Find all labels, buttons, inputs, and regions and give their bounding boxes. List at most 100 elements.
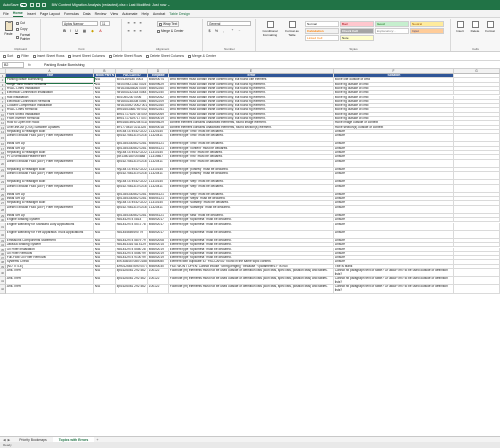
italic-button[interactable]: I: [68, 29, 73, 34]
table-cell[interactable]: Unsure: [334, 172, 454, 181]
table-cell[interactable]: Cannot fix paragraph text or table? Or a…: [334, 269, 454, 278]
table-cell[interactable]: N/A: [94, 230, 116, 239]
table-cell[interactable]: N/A: [94, 184, 116, 193]
table-cell[interactable]: zpl1626081 292 462: [116, 269, 148, 278]
menu-tab-view[interactable]: View: [110, 12, 118, 16]
table-cell[interactable]: Diesel Exhaust Fluid (DEF) Filter Replac…: [6, 205, 94, 214]
menu-tab-automate[interactable]: Automate: [122, 12, 137, 16]
table-cell[interactable]: [454, 134, 500, 143]
menu-tab-table-design[interactable]: Table Design: [169, 12, 190, 16]
menu-tab-data[interactable]: Data: [83, 12, 91, 16]
table-cell[interactable]: [454, 277, 500, 286]
table-cell[interactable]: N/A: [94, 172, 116, 181]
sort-button[interactable]: Sort: [3, 54, 13, 58]
merge-center-button[interactable]: Merge & Center: [188, 54, 216, 58]
paste-button[interactable]: Paste: [3, 21, 14, 41]
style-input[interactable]: Input: [410, 28, 444, 34]
undo-icon[interactable]: [35, 3, 40, 7]
table-cell[interactable]: L1320411: [148, 172, 169, 181]
table-cell[interactable]: Footnote (fn) elements must not be used …: [169, 269, 334, 278]
table-cell[interactable]: N/A: [94, 277, 116, 286]
fill-color-icon[interactable]: ◆: [90, 29, 95, 34]
menu-tab-page-layout[interactable]: Page Layout: [40, 12, 60, 16]
table-cell[interactable]: N/A: [94, 205, 116, 214]
delete-sheet-columns-button[interactable]: Delete Sheet Columns: [146, 54, 184, 58]
increase-decimal-icon[interactable]: ⁺: [230, 29, 235, 34]
table-cell[interactable]: N/A: [94, 222, 116, 231]
table-cell[interactable]: L00122: [148, 269, 169, 278]
format-painter-button[interactable]: Format Painter: [16, 33, 40, 41]
decrease-decimal-icon[interactable]: ⁻: [237, 29, 242, 34]
align-middle-icon[interactable]: ≡: [132, 21, 137, 26]
table-cell[interactable]: Element type "step" must be declared.: [169, 184, 334, 193]
align-center-icon[interactable]: ≡: [132, 29, 137, 34]
table-cell[interactable]: Engine Warranty for Fire Apparatus Truck…: [6, 230, 94, 239]
table-cell[interactable]: L00122: [148, 285, 169, 294]
style-neutral[interactable]: Neutral: [410, 21, 444, 27]
format-as-table-button[interactable]: Format as Table: [282, 21, 302, 37]
table-cell[interactable]: Cannot fix paragraph text or table? Or a…: [334, 277, 454, 286]
autosave-toggle[interactable]: AutoSave: [3, 3, 27, 7]
merge-center-button[interactable]: Merge & Center: [157, 29, 184, 33]
table-cell[interactable]: L00122: [148, 277, 169, 286]
prev-sheet-icon[interactable]: ◀: [3, 438, 6, 442]
table-cell[interactable]: [454, 205, 500, 214]
table-cell[interactable]: Footnote (fn) elements must not be used …: [169, 277, 334, 286]
document-title[interactable]: BW Content Migration Analysis (redacted)…: [52, 3, 171, 7]
filter-button[interactable]: Filter: [17, 54, 29, 58]
style-check-cell[interactable]: Check Cell: [340, 28, 374, 34]
formula-input[interactable]: Parking Brake Burnishing: [44, 63, 85, 67]
name-box[interactable]: B2: [2, 61, 24, 68]
table-cell[interactable]: Anti-Theft: [6, 277, 94, 286]
underline-button[interactable]: U: [74, 29, 79, 34]
table-cell[interactable]: [454, 172, 500, 181]
table-cell[interactable]: N/A: [94, 285, 116, 294]
comma-icon[interactable]: ,: [221, 29, 226, 34]
align-bottom-icon[interactable]: ≡: [138, 21, 143, 26]
conditional-formatting-button[interactable]: Conditional Formatting: [259, 21, 281, 37]
table-cell[interactable]: Anti-Theft: [6, 285, 94, 294]
table-cell[interactable]: Element type "cmd" must be declared.: [169, 134, 334, 143]
table-cell[interactable]: Engine Warranty for Standard Duty Applic…: [6, 222, 94, 231]
style-linked-cell[interactable]: Linked Cell: [305, 35, 339, 41]
table-cell[interactable]: Unsure: [334, 230, 454, 239]
table-cell[interactable]: Diesel Exhaust Fluid (DEF) Filter Replac…: [6, 172, 94, 181]
style-calculation[interactable]: Calculation: [305, 28, 339, 34]
save-icon[interactable]: [29, 3, 34, 7]
next-sheet-icon[interactable]: ▶: [8, 438, 11, 442]
insert-sheet-rows-button[interactable]: Insert Sheet Rows: [32, 54, 64, 58]
table-cell[interactable]: Element type "topicmeta" must be declare…: [169, 222, 334, 231]
table-cell[interactable]: [454, 159, 500, 168]
copy-button[interactable]: Copy: [16, 27, 27, 31]
cut-button[interactable]: Cut: [16, 21, 25, 25]
menu-tab-insert[interactable]: Insert: [27, 12, 36, 16]
format-cells-button[interactable]: Format: [483, 21, 497, 33]
currency-icon[interactable]: $: [207, 29, 212, 34]
table-cell[interactable]: Element type "substeps" must be declared…: [169, 205, 334, 214]
table-cell[interactable]: Footnote (fn) elements must not be used …: [169, 285, 334, 294]
align-top-icon[interactable]: ≡: [126, 21, 131, 26]
table-cell[interactable]: Anti-Theft: [6, 269, 94, 278]
font-size-select[interactable]: 11: [100, 21, 110, 26]
table-cell[interactable]: Element type "topicmeta" must be declare…: [169, 230, 334, 239]
font-name-select[interactable]: Aptos Narrow: [62, 21, 98, 26]
number-format-select[interactable]: General: [207, 21, 251, 26]
table-cell[interactable]: Diesel Exhaust Fluid (DEF) Filter Replac…: [6, 134, 94, 143]
style-good[interactable]: Good: [375, 21, 409, 27]
table-cell[interactable]: [454, 269, 500, 278]
table-cell[interactable]: M5692017: [148, 230, 169, 239]
delete-sheet-rows-button[interactable]: Delete Sheet Rows: [109, 54, 142, 58]
table-cell[interactable]: hcl1442974 5572 78: [116, 222, 148, 231]
table-cell[interactable]: cpl1627581310 0218: [116, 159, 148, 168]
insert-cells-button[interactable]: Insert: [453, 21, 467, 33]
insert-sheet-columns-button[interactable]: Insert Sheet Columns: [68, 54, 105, 58]
table-cell[interactable]: Unsure: [334, 205, 454, 214]
percent-icon[interactable]: %: [214, 29, 219, 34]
table-cell[interactable]: Cannot fix paragraph text or table? Or a…: [334, 285, 454, 294]
table-cell[interactable]: [454, 184, 500, 193]
table-cell[interactable]: hcl1455669490 79: [116, 230, 148, 239]
menu-tab-file[interactable]: File: [3, 12, 9, 16]
menu-tab-acrobat[interactable]: Acrobat: [153, 12, 165, 16]
table-cell[interactable]: Element type "postreq" must be declared.: [169, 172, 334, 181]
menu-tab-review[interactable]: Review: [95, 12, 107, 16]
